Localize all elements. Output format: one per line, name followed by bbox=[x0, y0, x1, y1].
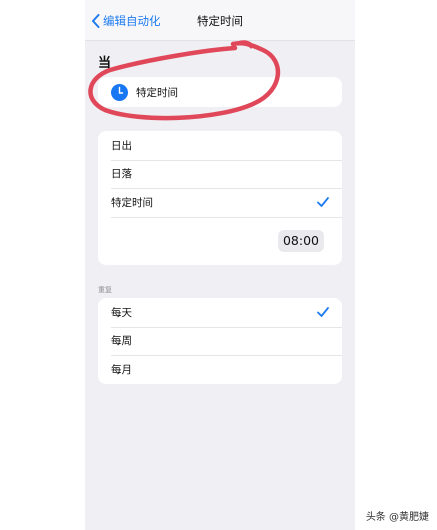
option-label: 日出 bbox=[111, 139, 132, 152]
selected-trigger-card[interactable]: 特定时间 bbox=[98, 77, 342, 107]
repeat-weekly[interactable]: 每周 bbox=[98, 326, 342, 356]
selected-trigger-label: 特定时间 bbox=[136, 86, 178, 99]
repeat-monthly[interactable]: 每月 bbox=[98, 355, 342, 384]
repeat-label: 每周 bbox=[111, 335, 132, 348]
repeat-header: 重复 bbox=[98, 286, 112, 294]
repeat-card: 每天 每周 每月 bbox=[98, 298, 342, 384]
repeat-label: 每天 bbox=[111, 306, 132, 319]
time-picker-row: 08:00 bbox=[98, 216, 342, 265]
time-picker[interactable]: 08:00 bbox=[278, 229, 324, 252]
option-sunset[interactable]: 日落 bbox=[98, 159, 342, 189]
repeat-label: 每月 bbox=[111, 363, 132, 376]
watermark: 头条 @黄肥婕 bbox=[365, 512, 429, 523]
selected-trigger-row[interactable]: 特定时间 bbox=[98, 77, 342, 107]
option-label: 日落 bbox=[111, 168, 132, 181]
option-specific-time[interactable]: 特定时间 bbox=[98, 188, 342, 217]
checkmark-icon bbox=[317, 197, 329, 208]
checkmark-icon bbox=[317, 307, 329, 317]
navigation-bar: 编辑自动化 特定时间 bbox=[85, 0, 355, 41]
section-header-when: 当 bbox=[98, 56, 112, 71]
time-options-card: 日出 日落 特定时间 08:00 bbox=[98, 131, 342, 265]
repeat-daily[interactable]: 每天 bbox=[98, 298, 342, 327]
phone-screen: 编辑自动化 特定时间 当 特定时间 日出 日落 特定时间 08:00 重复 每天… bbox=[85, 0, 355, 530]
option-label: 特定时间 bbox=[111, 196, 153, 209]
page-title: 特定时间 bbox=[197, 14, 243, 28]
clock-icon bbox=[111, 83, 128, 101]
option-sunrise[interactable]: 日出 bbox=[98, 131, 342, 160]
